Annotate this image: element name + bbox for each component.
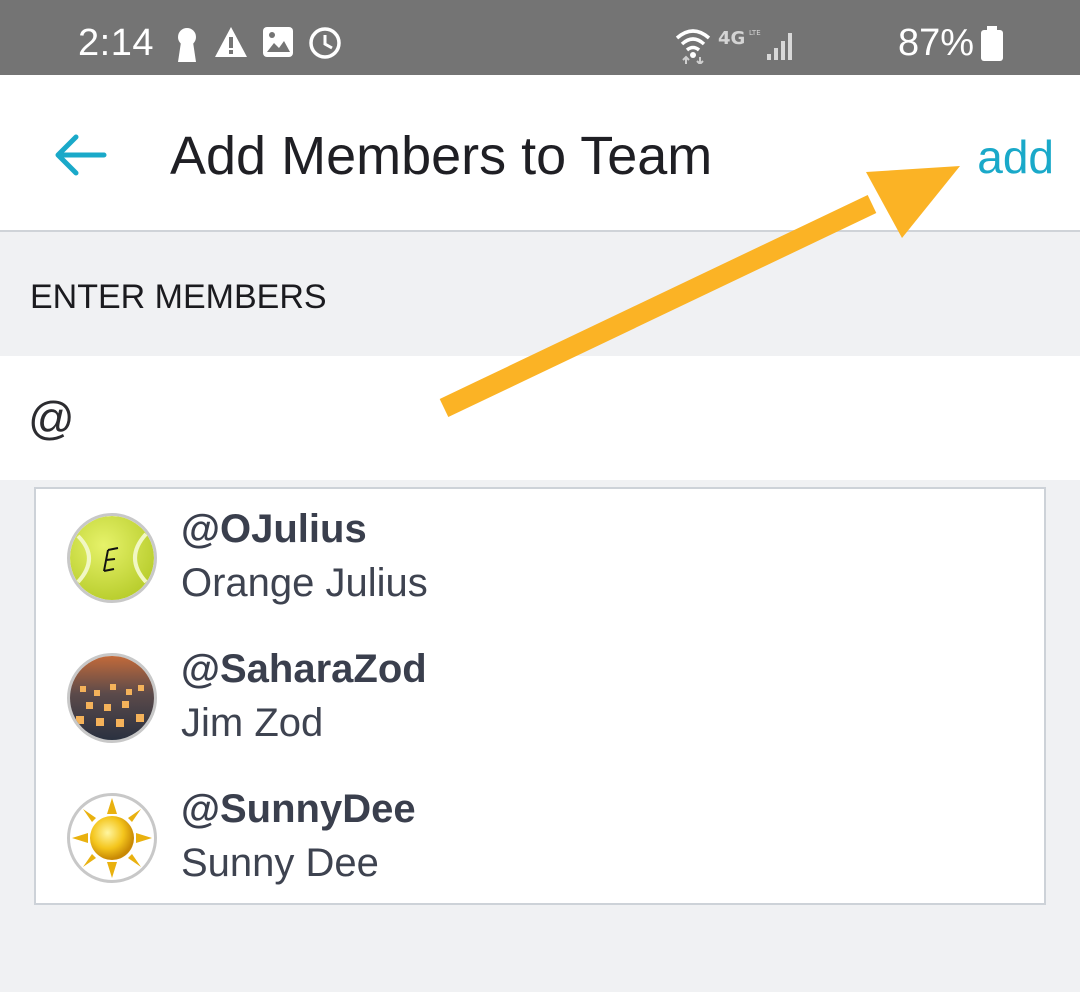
signal-icon [767,33,792,60]
battery-icon [981,26,1003,61]
add-button[interactable]: add [977,130,1054,184]
suggestion-list: @OJulius Orange Julius @SaharaZod Jim Zo… [34,487,1046,905]
4g-lte-icon: 4G LTE [718,28,761,49]
warning-icon [215,27,247,57]
suggestion-handle: @OJulius [181,507,367,551]
suggestion-item[interactable]: @OJulius Orange Julius [36,489,1044,629]
suggestion-handle: @SunnyDee [181,787,416,831]
suggestion-name: Jim Zod [181,701,324,745]
app-header: Add Members to Team add [0,75,1080,232]
wifi-icon [675,29,711,64]
clock-icon [309,27,341,59]
status-icons-right: 4G LTE 87% [675,22,1004,66]
page-title: Add Members to Team [170,126,713,186]
tennis-ball-avatar [67,513,157,603]
battery-percent: 87% [897,22,974,64]
svg-text:4G: 4G [718,28,745,49]
suggestion-name: Sunny Dee [181,841,379,885]
lanterns-avatar [67,653,157,743]
suggestion-item[interactable]: @SunnyDee Sunny Dee [36,769,1044,909]
suggestion-item[interactable]: @SaharaZod Jim Zod [36,629,1044,769]
keyhole-icon [178,28,196,62]
svg-text:LTE: LTE [749,29,761,37]
sun-avatar [67,793,157,883]
back-button[interactable] [52,133,108,177]
suggestion-handle: @SaharaZod [181,647,427,691]
member-search-input[interactable] [0,356,1080,480]
section-label: ENTER MEMBERS [30,278,327,316]
image-icon [263,27,293,57]
status-time: 2:14 [78,22,154,64]
status-bar: 2:14 4G LTE 87% [0,0,1080,75]
arrow-left-icon [55,134,107,176]
suggestion-name: Orange Julius [181,561,428,605]
